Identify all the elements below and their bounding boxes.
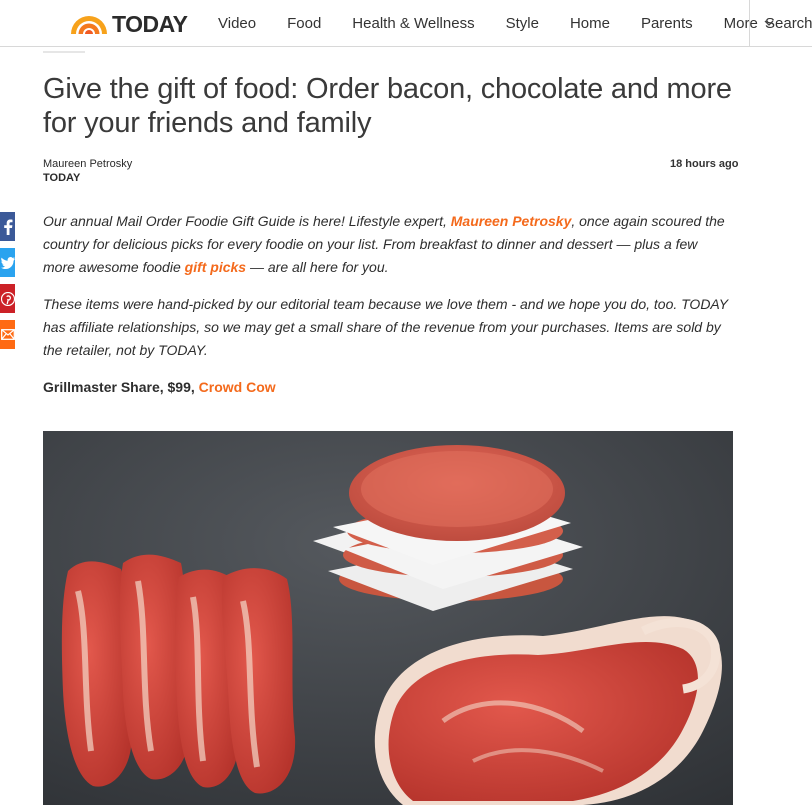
search-label: Search	[765, 15, 812, 32]
nav-item-food[interactable]: Food	[287, 15, 321, 32]
divider	[43, 51, 85, 53]
share-facebook-button[interactable]	[0, 212, 15, 241]
byline: Maureen Petrosky TODAY	[43, 157, 132, 185]
retailer-link[interactable]: Crowd Cow	[199, 379, 276, 395]
affiliate-disclosure: These items were hand-picked by our edit…	[43, 296, 728, 358]
intro-paragraph: Our annual Mail Order Foodie Gift Guide …	[43, 210, 733, 279]
author-name[interactable]: Maureen Petrosky	[43, 157, 132, 171]
nav-item-video[interactable]: Video	[218, 15, 256, 32]
product-name-price: Grillmaster Share, $99,	[43, 379, 199, 395]
nav-item-home[interactable]: Home	[570, 15, 610, 32]
facebook-icon	[3, 219, 13, 235]
nav-item-style[interactable]: Style	[506, 15, 539, 32]
brand-name: TODAY	[112, 10, 188, 37]
top-navigation: TODAY Video Food Health & Wellness Style…	[0, 0, 812, 47]
grillmaster-meat-photo	[43, 431, 733, 805]
pinterest-icon	[0, 291, 15, 306]
twitter-icon	[0, 256, 15, 269]
product-image	[43, 431, 733, 805]
email-icon	[0, 329, 15, 340]
today-logo[interactable]: TODAY	[69, 10, 188, 38]
search-button[interactable]: Search	[749, 0, 812, 47]
author-link[interactable]: Maureen Petrosky	[451, 213, 572, 229]
publish-timestamp: 18 hours ago	[670, 158, 739, 170]
intro-text-3: — are all here for you.	[246, 259, 389, 275]
primary-nav: Video Food Health & Wellness Style Home …	[218, 0, 774, 47]
share-pinterest-button[interactable]	[0, 284, 15, 313]
nav-item-health-wellness[interactable]: Health & Wellness	[352, 15, 474, 32]
share-twitter-button[interactable]	[0, 248, 15, 277]
outlet-name: TODAY	[43, 172, 81, 184]
nav-item-parents[interactable]: Parents	[641, 15, 693, 32]
share-rail	[0, 212, 15, 356]
product-line: Grillmaster Share, $99, Crowd Cow	[43, 379, 276, 395]
gift-picks-link[interactable]: gift picks	[185, 259, 246, 275]
page: TODAY Video Food Health & Wellness Style…	[0, 0, 812, 805]
intro-text-1: Our annual Mail Order Foodie Gift Guide …	[43, 213, 451, 229]
article-headline: Give the gift of food: Order bacon, choc…	[43, 73, 732, 139]
share-email-button[interactable]	[0, 320, 15, 349]
sunrise-icon	[71, 16, 107, 34]
